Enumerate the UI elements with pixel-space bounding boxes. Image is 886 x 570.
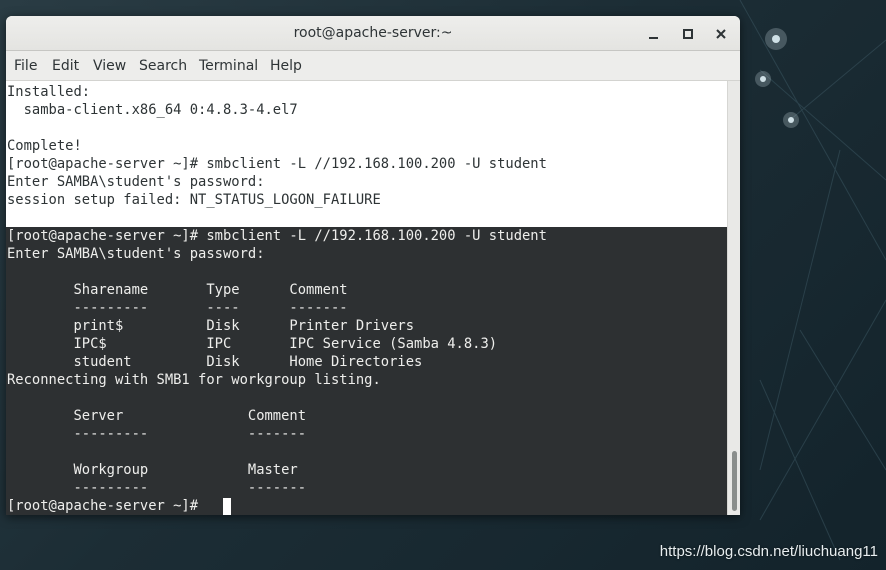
terminal-line: Server Comment xyxy=(7,408,307,424)
title-bar[interactable]: root@apache-server:~ xyxy=(6,16,740,51)
terminal-prompt: [root@apache-server ~]# xyxy=(7,498,207,514)
terminal-line: --------- ------- xyxy=(7,426,307,442)
menu-help[interactable]: Help xyxy=(270,51,302,81)
terminal-line: Enter SAMBA\student's password: xyxy=(7,246,273,262)
terminal-line: Workgroup Master xyxy=(7,462,298,478)
terminal-line: student Disk Home Directories xyxy=(7,354,423,370)
terminal-line: print$ Disk Printer Drivers xyxy=(7,318,415,334)
terminal-history: Installed: samba-client.x86_64 0:4.8.3-4… xyxy=(6,81,727,227)
window-title: root@apache-server:~ xyxy=(293,25,453,41)
terminal-line: [root@apache-server ~]# smbclient -L //1… xyxy=(7,228,547,244)
terminal-output[interactable]: Installed: samba-client.x86_64 0:4.8.3-4… xyxy=(6,81,727,515)
scrollbar-thumb[interactable] xyxy=(732,451,737,511)
terminal-line: --------- ---- ------- xyxy=(7,300,348,316)
terminal-line: --------- ------- xyxy=(7,480,307,496)
menu-bar: File Edit View Search Terminal Help xyxy=(6,51,740,81)
terminal-line: Complete! xyxy=(7,138,82,154)
vertical-scrollbar[interactable] xyxy=(727,81,740,515)
close-button[interactable] xyxy=(711,24,731,44)
menu-edit[interactable]: Edit xyxy=(52,51,79,81)
terminal-window[interactable]: root@apache-server:~ File Edit View Sear… xyxy=(6,16,740,515)
menu-file[interactable]: File xyxy=(14,51,37,81)
terminal-line: [root@apache-server ~]# smbclient -L //1… xyxy=(7,156,547,172)
terminal-line: Enter SAMBA\student's password: xyxy=(7,174,273,190)
terminal-line: Installed: xyxy=(7,84,91,100)
terminal-line: samba-client.x86_64 0:4.8.3-4.el7 xyxy=(7,102,298,118)
terminal-line: Sharename Type Comment xyxy=(7,282,348,298)
menu-terminal[interactable]: Terminal xyxy=(199,51,258,81)
maximize-icon xyxy=(683,29,693,39)
menu-search[interactable]: Search xyxy=(139,51,187,81)
terminal-line: IPC$ IPC IPC Service (Samba 4.8.3) xyxy=(7,336,498,352)
watermark-text: https://blog.csdn.net/liuchuang11 xyxy=(659,543,878,560)
terminal-line: session setup failed: NT_STATUS_LOGON_FA… xyxy=(7,192,381,208)
minimize-button[interactable] xyxy=(644,24,664,44)
text-cursor xyxy=(223,498,231,515)
terminal-line: Reconnecting with SMB1 for workgroup lis… xyxy=(7,372,381,388)
menu-view[interactable]: View xyxy=(93,51,126,81)
close-icon xyxy=(716,29,726,39)
minimize-icon xyxy=(649,37,658,39)
terminal-selection: [root@apache-server ~]# smbclient -L //1… xyxy=(6,227,727,515)
maximize-button[interactable] xyxy=(678,24,698,44)
